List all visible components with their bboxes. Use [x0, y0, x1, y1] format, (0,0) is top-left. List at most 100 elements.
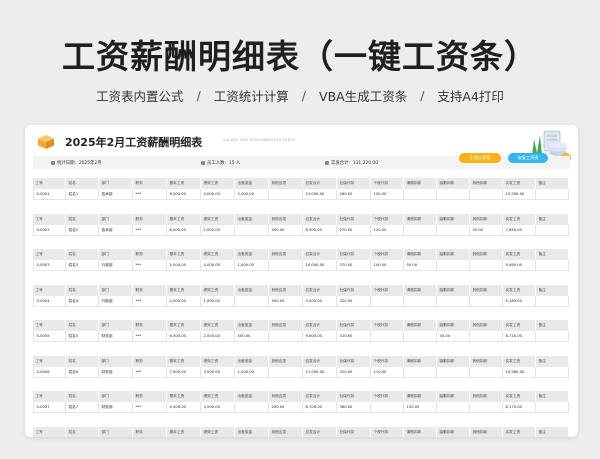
table-cell[interactable]: 270.00 [337, 224, 371, 236]
table-cell[interactable]: S-0007 [33, 402, 66, 413]
table-cell[interactable]: 310.00 [337, 331, 371, 342]
table-cell[interactable]: 10,580.00 [503, 366, 536, 378]
table-cell[interactable] [437, 402, 470, 413]
table-cell[interactable]: 120.00 [371, 224, 404, 236]
table-cell[interactable]: 2,000.00 [201, 224, 235, 236]
table-cell[interactable]: 200.00 [269, 402, 303, 413]
table-cell[interactable]: 50.00 [470, 224, 503, 236]
table-cell[interactable]: 310.00 [337, 366, 371, 378]
table-cell[interactable] [269, 331, 303, 342]
table-cell[interactable]: 110.00 [371, 366, 404, 378]
table-cell[interactable] [470, 295, 503, 307]
table-cell[interactable]: 11,000.00 [303, 366, 337, 378]
table-cell[interactable]: *** [133, 331, 167, 342]
table-cell[interactable]: 150.00 [404, 402, 437, 413]
table-cell[interactable]: 姓名2 [66, 224, 99, 236]
table-cell[interactable]: 4,500.00 [167, 402, 201, 413]
table-cell[interactable]: 8,170.00 [503, 402, 536, 413]
table-cell[interactable] [536, 402, 569, 413]
table-cell[interactable] [536, 224, 569, 236]
table-cell[interactable] [404, 295, 437, 307]
table-cell[interactable]: 姓名7 [66, 402, 99, 413]
table-cell[interactable] [437, 189, 470, 200]
table-cell[interactable]: 技术部 [99, 224, 133, 236]
table-cell[interactable]: 320.00 [337, 295, 371, 307]
table-cell[interactable]: 姓名5 [66, 331, 99, 342]
table-cell[interactable]: *** [133, 224, 167, 236]
table-cell[interactable]: S-0003 [33, 260, 66, 271]
table-cell[interactable]: 2,000.00 [235, 189, 269, 200]
table-cell[interactable]: 3,000.00 [201, 366, 235, 378]
table-cell[interactable]: 500.00 [235, 331, 269, 342]
table-cell[interactable]: 1,000.00 [201, 295, 235, 307]
table-cell[interactable] [536, 260, 569, 271]
table-cell[interactable]: 6,500.00 [167, 331, 201, 342]
table-cell[interactable] [536, 295, 569, 307]
table-cell[interactable]: 9,000.00 [303, 331, 337, 342]
table-cell[interactable] [536, 189, 569, 200]
table-cell[interactable]: S-0001 [33, 189, 66, 200]
table-cell[interactable]: 13,590.00 [503, 189, 536, 200]
table-cell[interactable]: 4,000.00 [167, 295, 201, 307]
table-cell[interactable]: 4,000.00 [201, 402, 235, 413]
table-cell[interactable]: 行政部 [99, 295, 133, 307]
table-cell[interactable]: 5,000.00 [167, 260, 201, 271]
table-cell[interactable]: 9,480.00 [503, 260, 536, 271]
table-cell[interactable]: 7,860.00 [503, 224, 536, 236]
table-cell[interactable] [235, 295, 269, 307]
table-cell[interactable] [371, 402, 404, 413]
table-cell[interactable]: 姓名3 [66, 260, 99, 271]
table-cell[interactable]: 380.00 [337, 402, 371, 413]
table-cell[interactable] [269, 366, 303, 378]
table-cell[interactable]: 6,000.00 [167, 224, 201, 236]
table-cell[interactable] [404, 366, 437, 378]
table-cell[interactable] [470, 331, 503, 342]
table-cell[interactable] [404, 189, 437, 200]
table-cell[interactable]: S-0004 [33, 295, 66, 307]
table-cell[interactable]: 50.00 [404, 260, 437, 271]
table-cell[interactable]: 8,000.00 [167, 189, 201, 200]
table-cell[interactable]: *** [133, 402, 167, 413]
table-cell[interactable]: 260.00 [337, 189, 371, 200]
table-cell[interactable]: 财务部 [99, 331, 133, 342]
table-cell[interactable] [404, 331, 437, 342]
table-cell[interactable] [404, 224, 437, 236]
table-cell[interactable]: 技术部 [99, 189, 133, 200]
table-cell[interactable] [235, 402, 269, 413]
table-cell[interactable]: 2,000.00 [201, 331, 235, 342]
table-cell[interactable] [470, 260, 503, 271]
table-cell[interactable] [470, 189, 503, 200]
table-cell[interactable]: 8,710.00 [503, 331, 536, 342]
table-cell[interactable]: *** [133, 189, 167, 200]
table-cell[interactable] [536, 366, 569, 378]
table-cell[interactable]: S-0005 [33, 331, 66, 342]
table-cell[interactable] [371, 331, 404, 342]
table-cell[interactable]: 行政部 [99, 260, 133, 271]
restore-sheet-button[interactable]: 恢复工资表 [508, 153, 548, 163]
table-cell[interactable] [536, 331, 569, 342]
table-cell[interactable]: 7,000.00 [167, 366, 201, 378]
table-cell[interactable]: 5,180.00 [503, 295, 536, 307]
table-cell[interactable]: 8,500.00 [303, 224, 337, 236]
table-cell[interactable] [269, 260, 303, 271]
table-cell[interactable] [437, 224, 470, 236]
table-cell[interactable]: 30.00 [437, 331, 470, 342]
table-cell[interactable]: 4,000.00 [201, 189, 235, 200]
table-cell[interactable]: 姓名6 [66, 366, 99, 378]
table-cell[interactable] [371, 295, 404, 307]
table-cell[interactable] [269, 189, 303, 200]
table-cell[interactable]: 4,000.00 [201, 260, 235, 271]
table-cell[interactable]: *** [133, 366, 167, 378]
table-cell[interactable]: 100.00 [371, 260, 404, 271]
table-cell[interactable]: 500.00 [269, 224, 303, 236]
table-cell[interactable]: 500.00 [269, 295, 303, 307]
table-cell[interactable]: 财务部 [99, 402, 133, 413]
table-cell[interactable] [470, 366, 503, 378]
table-cell[interactable]: 8,700.00 [303, 402, 337, 413]
table-cell[interactable]: 财务部 [99, 366, 133, 378]
table-cell[interactable] [437, 260, 470, 271]
table-cell[interactable]: 1,000.00 [235, 260, 269, 271]
table-cell[interactable]: 150.00 [371, 189, 404, 200]
table-cell[interactable]: 14,000.00 [303, 189, 337, 200]
table-cell[interactable] [437, 366, 470, 378]
